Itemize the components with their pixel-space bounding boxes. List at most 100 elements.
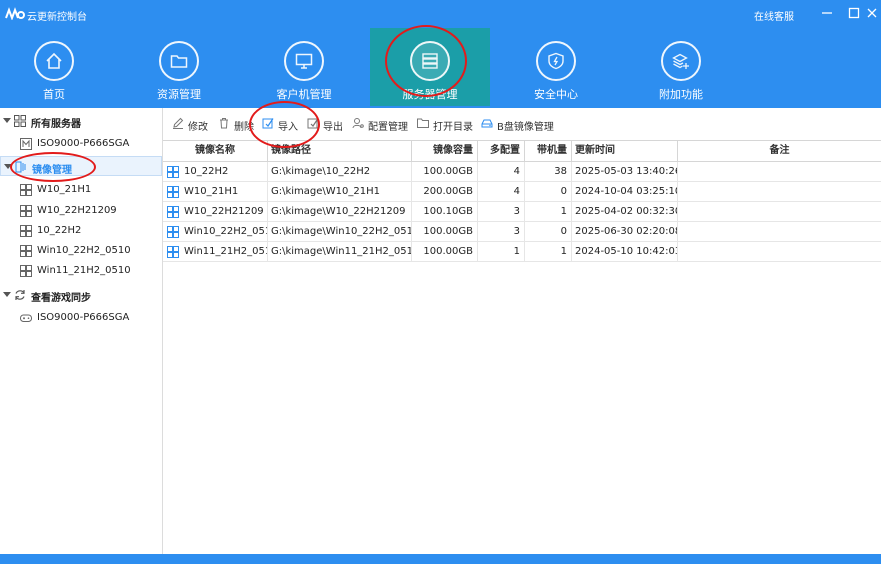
cell-size: 200.00GB — [412, 182, 478, 202]
cell-name: Win11_21H2_0510 — [163, 242, 268, 262]
annotation-circle-image-management — [10, 152, 96, 182]
cell-updated: 2024-10-04 03:25:10 — [572, 182, 678, 202]
col-header-machines[interactable]: 带机量 — [525, 141, 572, 162]
edit-button[interactable]: 修改 — [172, 117, 220, 133]
edit-button-label: 修改 — [188, 122, 208, 133]
grid-icon — [14, 115, 26, 127]
cell-name: W10_21H1 — [163, 182, 268, 202]
config-management-label: 配置管理 — [368, 122, 408, 133]
nav-addons[interactable]: 附加功能 — [621, 28, 741, 108]
nav-home-label: 首页 — [43, 88, 65, 101]
windows-icon — [20, 265, 32, 277]
cell-remark — [678, 182, 881, 202]
cell-updated: 2025-06-30 02:20:08 — [572, 222, 678, 242]
cell-path: G:\kimage\Win11_21H2_0510 — [268, 242, 412, 262]
table-row[interactable]: W10_21H1 G:\kimage\W10_21H1 200.00GB 4 0… — [163, 182, 881, 202]
maximize-icon[interactable] — [846, 5, 862, 21]
cell-machines: 1 — [525, 242, 572, 262]
tree-group-label: 所有服务器 — [31, 119, 81, 130]
user-config-icon — [352, 118, 364, 129]
cell-size: 100.00GB — [412, 222, 478, 242]
minimize-icon[interactable] — [819, 5, 835, 21]
layers-plus-icon — [672, 53, 689, 69]
sort-asc-icon: ^ — [211, 143, 218, 152]
tree-item-server[interactable]: ISO9000-P666SGA — [0, 134, 162, 154]
cell-remark — [678, 222, 881, 242]
cell-updated: 2024-05-10 10:42:03 — [572, 242, 678, 262]
cell-machines: 38 — [525, 162, 572, 182]
annotation-circle-import — [249, 101, 320, 148]
cell-path: G:\kimage\W10_21H1 — [268, 182, 412, 202]
col-header-size[interactable]: 镜像容量 — [412, 141, 478, 162]
tree-group-all-servers[interactable]: 所有服务器 — [0, 111, 162, 131]
nav-security-label: 安全中心 — [534, 88, 578, 101]
windows-icon — [20, 205, 32, 217]
nav-clients[interactable]: 客户机管理 — [244, 28, 364, 108]
tree-item-label: ISO9000-P666SGA — [37, 312, 130, 323]
folder-icon — [170, 55, 188, 68]
cell-updated: 2025-05-03 13:40:26 — [572, 162, 678, 182]
col-header-remark[interactable]: 备注 — [678, 141, 881, 162]
tree-item-image[interactable]: 10_22H2 — [0, 221, 162, 241]
online-service-link[interactable]: 在线客服 — [754, 8, 794, 23]
windows-icon — [167, 246, 179, 258]
close-icon[interactable] — [864, 5, 880, 21]
expand-arrow-icon[interactable] — [3, 292, 11, 297]
windows-icon — [20, 225, 32, 237]
gamepad-icon — [20, 314, 32, 322]
bdisk-image-management-button[interactable]: B盘镜像管理 — [481, 117, 561, 133]
config-management-button[interactable]: 配置管理 — [352, 117, 412, 133]
cell-size: 100.10GB — [412, 202, 478, 222]
cell-remark — [678, 162, 881, 182]
cell-machines: 0 — [525, 222, 572, 242]
tree-item-label: Win10_22H2_0510 — [37, 245, 131, 256]
cell-multi: 4 — [478, 162, 525, 182]
cell-multi: 4 — [478, 182, 525, 202]
table-row[interactable]: Win10_22H2_0510 G:\kimage\Win10_22H2_051… — [163, 222, 881, 242]
tree-item-label: W10_22H21209 — [37, 205, 117, 216]
col-header-updated-label: 更新时间 — [575, 145, 615, 156]
monitor-icon — [295, 53, 313, 69]
shield-icon — [548, 52, 564, 70]
cell-name-text: Win10_22H2_0510 — [184, 226, 267, 237]
cell-name: 10_22H2 — [163, 162, 268, 182]
nav-security[interactable]: 安全中心 — [496, 28, 616, 108]
tree-item-image[interactable]: W10_22H21209 — [0, 201, 162, 221]
tree-item-image[interactable]: Win10_22H2_0510 — [0, 241, 162, 261]
expand-arrow-icon[interactable] — [3, 118, 11, 123]
table-row[interactable]: W10_22H21209 G:\kimage\W10_22H21209 100.… — [163, 202, 881, 222]
windows-icon — [167, 206, 179, 218]
col-header-multi-label: 多配置 — [490, 145, 520, 156]
nav-addons-label: 附加功能 — [659, 88, 703, 101]
cell-name-text: W10_21H1 — [184, 186, 239, 197]
nav-home[interactable]: 首页 — [0, 28, 114, 108]
nav-resources-label: 资源管理 — [157, 88, 201, 101]
windows-icon — [20, 245, 32, 257]
tree-item-image[interactable]: Win11_21H2_0510 — [0, 261, 162, 281]
cell-path: G:\kimage\W10_22H21209 — [268, 202, 412, 222]
open-directory-button[interactable]: 打开目录 — [417, 117, 477, 133]
col-header-multi[interactable]: 多配置 — [478, 141, 525, 162]
cell-machines: 1 — [525, 202, 572, 222]
windows-icon — [20, 184, 32, 196]
col-header-remark-label: 备注 — [769, 145, 790, 156]
cell-updated: 2025-04-02 00:32:30 — [572, 202, 678, 222]
export-button-label: 导出 — [323, 122, 343, 133]
trash-icon — [220, 118, 228, 129]
table-row[interactable]: 10_22H2 G:\kimage\10_22H2 100.00GB 4 38 … — [163, 162, 881, 182]
windows-icon — [167, 186, 179, 198]
tree-group-game-sync[interactable]: 查看游戏同步 — [0, 285, 162, 305]
tree-item-image[interactable]: W10_21H1 — [0, 180, 162, 200]
tree-item-label: 10_22H2 — [37, 225, 82, 236]
windows-icon — [167, 166, 179, 178]
open-directory-label: 打开目录 — [433, 122, 473, 133]
col-header-updated[interactable]: 更新时间 — [572, 141, 678, 162]
nav-resources[interactable]: 资源管理 — [119, 28, 239, 108]
cell-machines: 0 — [525, 182, 572, 202]
cell-multi: 3 — [478, 202, 525, 222]
tree-item-server[interactable]: ISO9000-P666SGA — [0, 308, 162, 328]
tree-item-label: Win11_21H2_0510 — [37, 265, 131, 276]
home-icon — [46, 52, 62, 69]
table-row[interactable]: Win11_21H2_0510 G:\kimage\Win11_21H2_051… — [163, 242, 881, 262]
col-header-name[interactable]: ^ 镜像名称 — [163, 141, 268, 162]
